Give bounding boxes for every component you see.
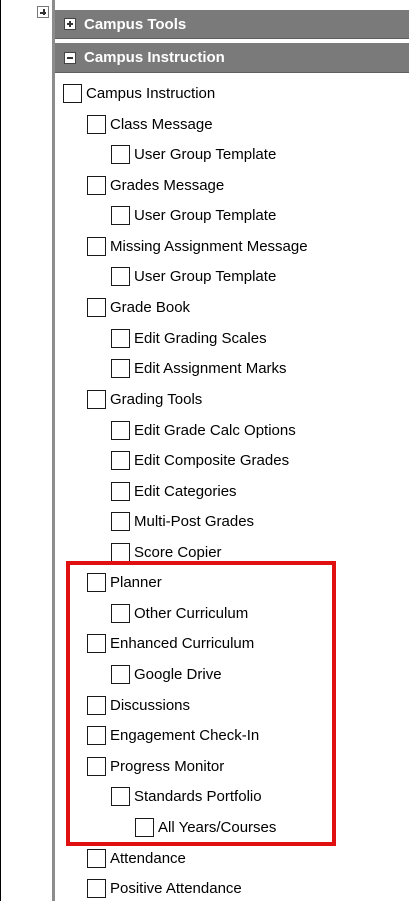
checkbox[interactable] <box>111 328 130 348</box>
tree-item-label: Standards Portfolio <box>134 787 262 805</box>
checkbox[interactable] <box>111 481 130 501</box>
checkbox[interactable] <box>111 205 130 225</box>
collapse-minus-icon[interactable] <box>64 51 76 64</box>
checkbox[interactable] <box>87 633 106 653</box>
tree-item-all-years-courses: All Years/Courses <box>135 816 276 838</box>
section-label: Campus Instruction <box>84 49 225 66</box>
section-header-campus-tools[interactable]: Campus Tools <box>55 10 409 39</box>
checkbox[interactable] <box>87 756 106 776</box>
tree-item-attendance: Attendance <box>87 847 186 869</box>
checkbox[interactable] <box>111 266 130 286</box>
tree-item-planner: Planner <box>87 571 162 593</box>
tree-item-label: Positive Attendance <box>110 879 242 897</box>
checkbox[interactable] <box>87 114 106 134</box>
tree-item-discussions: Discussions <box>87 694 190 716</box>
tree-item-label: Attendance <box>110 849 186 867</box>
checkbox[interactable] <box>111 603 130 623</box>
checkbox[interactable] <box>63 83 82 103</box>
tree-item-grades-message-template: User Group Template <box>111 204 276 226</box>
tree-item-edit-grading-scales: Edit Grading Scales <box>111 327 267 349</box>
tree-item-label: Grading Tools <box>110 390 203 408</box>
tree-item-label: Other Curriculum <box>134 604 249 622</box>
checkbox[interactable] <box>111 511 130 531</box>
tree-item-label: Campus Instruction <box>86 84 216 102</box>
tree-item-label: Edit Grade Calc Options <box>134 421 296 439</box>
checkbox[interactable] <box>87 695 106 715</box>
tree-item-edit-composite-grades: Edit Composite Grades <box>111 449 289 471</box>
tree-item-grades-message: Grades Message <box>87 174 224 196</box>
checkbox[interactable] <box>87 878 106 898</box>
permissions-panel: Campus Tools Campus Instruction Campus I… <box>0 0 409 901</box>
tree-item-standards-portfolio: Standards Portfolio <box>111 785 262 807</box>
tree-item-positive-attendance: Positive Attendance <box>87 877 242 899</box>
checkbox[interactable] <box>111 664 130 684</box>
tree-item-label: Grades Message <box>110 176 225 194</box>
tree-gutter <box>1 0 52 901</box>
tree-item-label: Score Copier <box>134 543 222 561</box>
checkbox[interactable] <box>87 572 106 592</box>
tree-item-edit-categories: Edit Categories <box>111 480 237 502</box>
checkbox[interactable] <box>87 389 106 409</box>
tree-item-missing-assignment-message: Missing Assignment Message <box>87 235 308 257</box>
tree-item-grading-tools: Grading Tools <box>87 388 202 410</box>
expand-plus-icon[interactable] <box>64 18 76 30</box>
tree-item-label: Edit Grading Scales <box>134 329 267 347</box>
tree-item-label: Enhanced Curriculum <box>110 634 255 652</box>
section-label: Campus Tools <box>84 15 187 33</box>
tree-item-label: User Group Template <box>134 145 277 163</box>
checkbox[interactable] <box>87 848 106 868</box>
tree-item-label: Missing Assignment Message <box>110 237 308 255</box>
tree-item-campus-instruction: Campus Instruction <box>63 82 215 104</box>
checkbox[interactable] <box>135 817 154 837</box>
tree-item-engagement-check-in: Engagement Check-In <box>87 724 259 746</box>
tree-item-label: User Group Template <box>134 267 277 285</box>
checkbox[interactable] <box>87 236 106 256</box>
tree-item-label: Multi-Post Grades <box>134 512 255 530</box>
tree-item-other-curriculum: Other Curriculum <box>111 602 248 624</box>
section-header-campus-instruction[interactable]: Campus Instruction <box>55 43 409 73</box>
tree-item-label: Grade Book <box>110 298 191 316</box>
tree-item-class-message: Class Message <box>87 113 213 135</box>
checkbox[interactable] <box>87 297 106 317</box>
checkbox[interactable] <box>111 542 130 562</box>
checkbox[interactable] <box>111 420 130 440</box>
checkbox[interactable] <box>111 144 130 164</box>
tree-item-label: Edit Assignment Marks <box>134 359 287 377</box>
tree-item-multi-post-grades: Multi-Post Grades <box>111 510 254 532</box>
tree-item-edit-grade-calc-options: Edit Grade Calc Options <box>111 419 296 441</box>
tree-item-label: Progress Monitor <box>110 757 225 775</box>
tree-item-label: Planner <box>110 573 162 591</box>
tree-item-missing-assignment-template: User Group Template <box>111 265 276 287</box>
tree-item-enhanced-curriculum: Enhanced Curriculum <box>87 632 254 654</box>
tree-item-score-copier: Score Copier <box>111 541 222 563</box>
tree-item-label: Edit Categories <box>134 482 237 500</box>
tree-item-class-message-template: User Group Template <box>111 143 276 165</box>
tree-item-label: All Years/Courses <box>158 818 277 836</box>
checkbox[interactable] <box>87 175 106 195</box>
tree-item-label: Discussions <box>110 696 191 714</box>
checkbox[interactable] <box>111 450 130 470</box>
checkbox[interactable] <box>111 786 130 806</box>
tree-item-label: Class Message <box>110 115 213 133</box>
tree-item-label: Engagement Check-In <box>110 726 260 744</box>
checkbox[interactable] <box>111 358 130 378</box>
tree-item-label: Edit Composite Grades <box>134 451 290 469</box>
tree-item-google-drive: Google Drive <box>111 663 222 685</box>
checkbox[interactable] <box>87 725 106 745</box>
tree-item-grade-book: Grade Book <box>87 296 190 318</box>
tree-item-label: Google Drive <box>134 665 222 683</box>
expand-all-plus-icon[interactable] <box>37 6 49 18</box>
tree-item-progress-monitor: Progress Monitor <box>87 755 224 777</box>
tree-item-edit-assignment-marks: Edit Assignment Marks <box>111 357 287 379</box>
tree-item-label: User Group Template <box>134 206 277 224</box>
